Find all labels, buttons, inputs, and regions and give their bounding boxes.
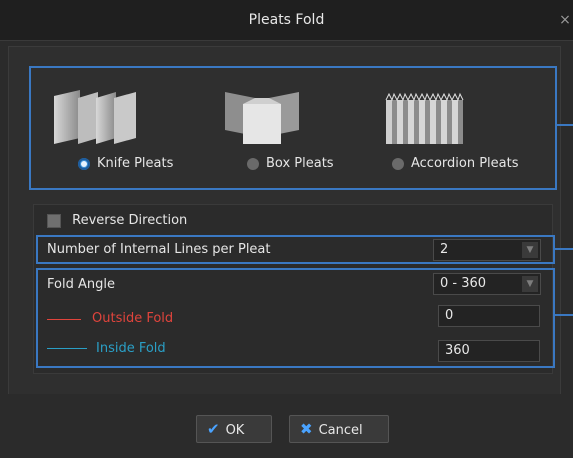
inside-fold-input[interactable]: 360	[438, 340, 540, 362]
accordion-pleats-option[interactable]: Accordion Pleats	[372, 90, 547, 180]
inside-fold-label: Inside Fold	[96, 341, 166, 356]
box-pleats-icon	[225, 92, 299, 144]
internal-lines-value: 2	[440, 242, 449, 257]
chevron-down-icon[interactable]: ▼	[522, 276, 538, 292]
outside-fold-label: Outside Fold	[92, 311, 174, 326]
ok-button[interactable]: ✔ OK	[196, 415, 272, 443]
internal-lines-connector	[554, 248, 573, 250]
outside-fold-line-swatch	[47, 319, 81, 320]
internal-lines-dropdown[interactable]: 2 ▼	[433, 239, 541, 261]
knife-pleats-label: Knife Pleats	[97, 156, 174, 171]
cancel-x-icon: ✖	[300, 420, 313, 438]
inside-fold-line-swatch	[47, 348, 87, 349]
internal-lines-label: Number of Internal Lines per Pleat	[47, 242, 271, 257]
outside-fold-input[interactable]: 0	[438, 305, 540, 327]
chevron-down-icon[interactable]: ▼	[522, 242, 538, 258]
pleat-type-group-connector	[556, 124, 573, 126]
checkmark-icon: ✔	[207, 420, 220, 438]
box-pleats-label: Box Pleats	[266, 156, 334, 171]
fold-angle-label: Fold Angle	[47, 277, 115, 292]
box-pleats-radio[interactable]	[247, 157, 259, 170]
accordion-pleats-icon	[385, 92, 464, 144]
accordion-pleats-radio[interactable]	[392, 157, 404, 170]
reverse-direction-label: Reverse Direction	[72, 213, 188, 228]
title-bar: Pleats Fold ×	[0, 0, 573, 41]
accordion-pleats-label: Accordion Pleats	[411, 156, 519, 171]
box-pleats-option[interactable]: Box Pleats	[225, 90, 375, 180]
knife-pleats-radio[interactable]	[78, 157, 90, 170]
knife-pleats-icon	[54, 90, 136, 144]
dialog-footer	[0, 394, 573, 458]
fold-angle-connector	[554, 314, 573, 316]
fold-angle-range-value: 0 - 360	[440, 276, 487, 291]
dialog-title: Pleats Fold	[248, 12, 325, 28]
ok-button-label: OK	[225, 423, 245, 438]
cancel-button-label: Cancel	[318, 423, 363, 438]
knife-pleats-option[interactable]: Knife Pleats	[52, 90, 202, 180]
fold-angle-dropdown[interactable]: 0 - 360 ▼	[433, 273, 541, 295]
reverse-direction-row[interactable]: Reverse Direction	[47, 213, 187, 228]
cancel-button[interactable]: ✖ Cancel	[289, 415, 389, 443]
reverse-direction-checkbox[interactable]	[47, 213, 61, 228]
close-icon[interactable]: ×	[557, 0, 573, 40]
